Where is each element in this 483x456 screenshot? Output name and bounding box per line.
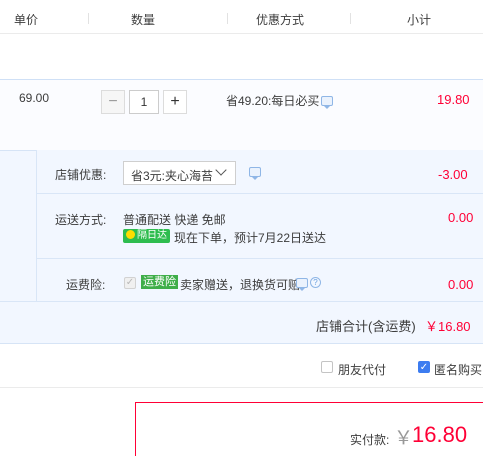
header-subtotal: 小计: [407, 13, 432, 27]
help-icon[interactable]: ?: [310, 277, 321, 288]
insurance-checkbox: ✓: [124, 277, 136, 289]
divider: [37, 258, 483, 259]
chevron-down-icon: [215, 164, 227, 176]
header-divider: [350, 13, 351, 24]
shipping-eta: 现在下单，预计7月22日送达: [174, 231, 327, 245]
bolt-icon: [126, 230, 135, 239]
divider: [37, 193, 483, 194]
header-quantity: 数量: [131, 13, 156, 27]
increase-quantity-button[interactable]: +: [163, 90, 187, 114]
insurance-amount: 0.00: [448, 277, 474, 292]
chat-icon[interactable]: [296, 278, 308, 291]
item-subtotal: 19.80: [437, 92, 470, 107]
shop-coupon-amount: -3.00: [438, 167, 468, 182]
header-unit-price: 单价: [14, 13, 39, 27]
next-day-badge-text: 隔日达: [137, 230, 167, 241]
order-options: [0, 345, 483, 388]
header-divider: [88, 13, 89, 24]
divider: [0, 301, 483, 302]
insurance-label: 运费险:: [66, 278, 106, 292]
shop-coupon-select[interactable]: 省3元:夹心海苔: [123, 161, 236, 185]
order-table-header: 单价 数量 优惠方式 小计: [0, 0, 483, 34]
payment-amount: 16.80: [412, 422, 468, 447]
shop-total-label: 店铺合计(含运费): [316, 319, 416, 334]
quantity-input[interactable]: [129, 90, 159, 114]
shipping-method-text: 普通配送 快递 免邮: [123, 213, 226, 227]
quantity-stepper: − +: [101, 90, 187, 114]
payment-currency: ￥: [394, 428, 414, 449]
shop-total-amount: ￥16.80: [425, 319, 471, 334]
insurance-text: 卖家赠送，退换货可赔: [180, 278, 301, 292]
shipping-amount: 0.00: [448, 210, 474, 225]
friend-pay-label[interactable]: 朋友代付: [338, 361, 386, 378]
unit-price: 69.00: [19, 91, 50, 105]
anonymous-purchase-checkbox[interactable]: ✓: [418, 361, 430, 373]
decrease-quantity-button[interactable]: −: [101, 90, 125, 114]
friend-pay-checkbox[interactable]: [321, 361, 333, 373]
header-discount-method: 优惠方式: [256, 13, 305, 27]
chat-icon[interactable]: [321, 96, 333, 109]
shipping-label: 运送方式:: [55, 213, 107, 227]
anonymous-purchase-label[interactable]: 匿名购买: [434, 361, 482, 378]
header-divider: [227, 13, 228, 24]
chat-icon[interactable]: [249, 167, 261, 180]
item-discount-text: 省49.20:每日必买: [226, 94, 320, 108]
shop-coupon-label: 店铺优惠:: [55, 168, 107, 182]
next-day-badge: 隔日达: [123, 229, 170, 243]
insurance-badge: 运费险: [141, 275, 178, 289]
payment-label: 实付款:: [350, 433, 390, 447]
shop-coupon-selected: 省3元:夹心海苔: [131, 169, 214, 183]
item-row: [0, 79, 483, 150]
